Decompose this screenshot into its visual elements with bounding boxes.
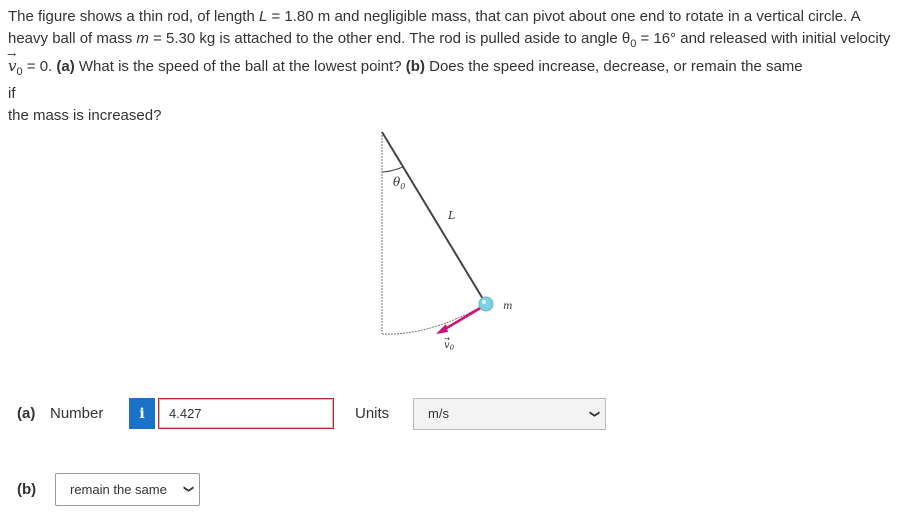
speed-change-dropdown[interactable]: remain the same ❯ <box>55 473 200 506</box>
rod <box>381 131 487 305</box>
answer-row-b: (b) remain the same ❯ <box>0 473 906 507</box>
mass-label: m <box>503 301 512 312</box>
info-icon[interactable]: i <box>129 398 155 429</box>
units-label: Units <box>355 405 390 422</box>
pendulum-figure: θ0 L m v0 → <box>381 131 512 352</box>
velocity-vector-symbol: → v <box>7 48 17 75</box>
part-a-label: (a) <box>17 405 36 422</box>
question-segment: What is the speed of the ball at the low… <box>74 58 406 75</box>
question-line-if: if <box>8 85 16 102</box>
theta-label: θ0 <box>393 175 405 191</box>
question-segment: = 0. <box>22 58 57 75</box>
question-text: The figure shows a thin rod, of length L… <box>7 6 898 127</box>
answer-row-a: (a) Number i 4.427 Units m/s ❯ <box>0 398 906 430</box>
question-segment: = 5.30 kg is attached to the other end. … <box>148 30 631 47</box>
question-segment: = 16° and released with initial velocity <box>636 30 891 47</box>
question-segment: The figure shows a thin rod, of length <box>8 8 259 25</box>
speed-change-selected-value: remain the same <box>70 482 167 497</box>
question-segment: Does the speed increase, decrease, or re… <box>424 58 803 75</box>
number-label: Number <box>50 405 104 422</box>
swing-arc <box>381 303 487 335</box>
length-label: L <box>447 209 455 222</box>
svg-text:→: → <box>444 335 450 343</box>
mass-symbol: m <box>136 30 149 47</box>
number-input[interactable]: 4.427 <box>158 398 334 429</box>
chevron-down-icon: ❯ <box>588 409 600 419</box>
ball <box>478 296 494 312</box>
chevron-down-icon: ❯ <box>182 484 194 494</box>
part-a-marker: (a) <box>56 58 75 75</box>
units-selected-value: m/s <box>428 406 449 421</box>
angle-arc <box>381 166 404 173</box>
velocity-arrowhead <box>436 324 448 334</box>
units-dropdown[interactable]: m/s ❯ <box>413 398 606 430</box>
part-b-label: (b) <box>17 481 37 498</box>
part-b-marker: (b) <box>405 58 425 75</box>
